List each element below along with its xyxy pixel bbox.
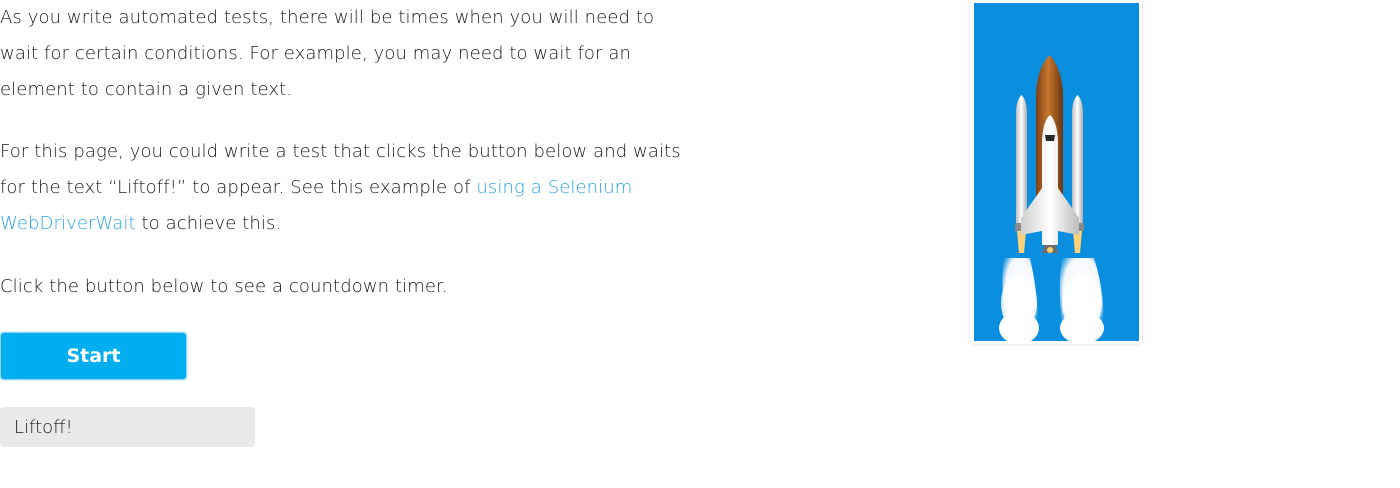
rocket-image-frame: [970, 0, 1142, 344]
intro-paragraph: As you write automated tests, there will…: [0, 7, 655, 100]
page: As you write automated tests, there will…: [0, 0, 1400, 488]
result-box: Liftoff!: [0, 407, 255, 447]
countdown-instruction: Click the button below to see a countdow…: [0, 276, 448, 297]
start-button[interactable]: Start: [0, 332, 187, 380]
result-text: Liftoff!: [14, 416, 73, 438]
space-shuttle-icon: [999, 55, 1104, 341]
space-shuttle-image: [974, 3, 1139, 341]
example-text-after: to achieve this.: [135, 213, 282, 234]
example-paragraph: For this page, you could write a test th…: [0, 134, 690, 242]
